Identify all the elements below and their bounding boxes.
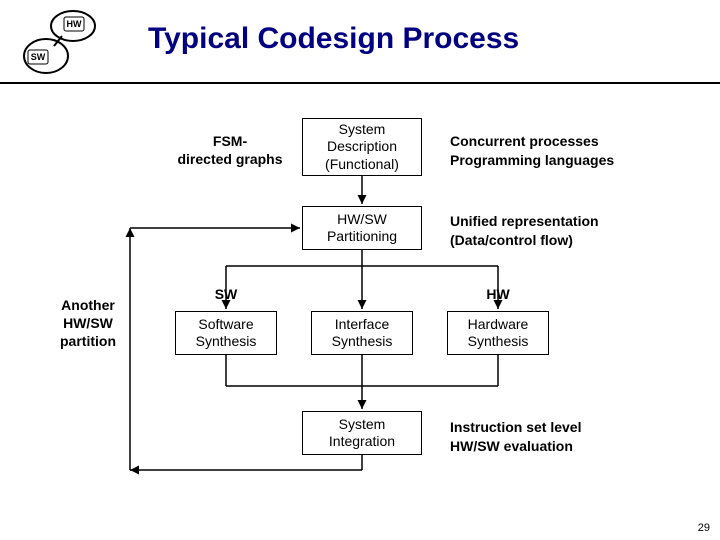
slide-number: 29 [698,522,710,534]
flow-arrows [0,0,720,540]
slide: HW SW Typical Codesign Process SystemDes… [0,0,720,540]
